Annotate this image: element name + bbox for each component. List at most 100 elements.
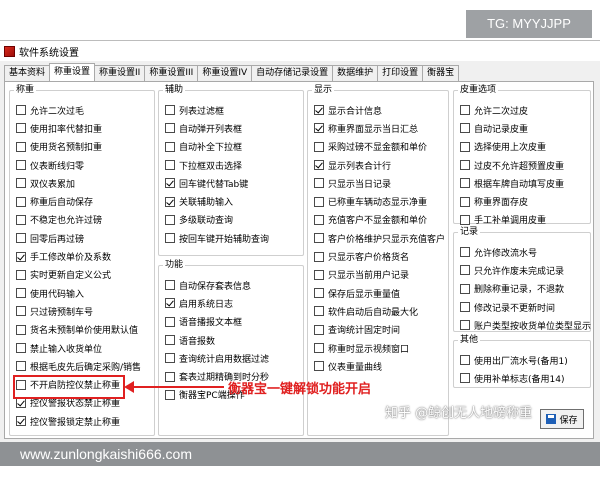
checkbox-item[interactable]: 根据车牌自动填写皮重 xyxy=(460,174,586,192)
checkbox-item[interactable]: 只过磅预制车号 xyxy=(16,302,150,320)
checkbox[interactable] xyxy=(16,105,26,116)
checkbox-item[interactable]: 关联辅助输入 xyxy=(165,192,299,210)
checkbox[interactable] xyxy=(16,288,26,299)
checkbox-item[interactable]: 称重界面显示当日汇总 xyxy=(314,119,444,137)
checkbox[interactable] xyxy=(314,196,324,207)
tab-hengqibao[interactable]: 衡器宝 xyxy=(422,65,460,81)
checkbox[interactable] xyxy=(460,283,470,294)
tab-data-maintenance[interactable]: 数据维护 xyxy=(332,65,379,81)
checkbox[interactable] xyxy=(165,160,175,171)
checkbox[interactable] xyxy=(314,306,324,317)
checkbox-item[interactable]: 只显示当日记录 xyxy=(314,174,444,192)
checkbox[interactable] xyxy=(16,416,26,427)
checkbox-item[interactable]: 修改记录不更新时间 xyxy=(460,298,586,316)
checkbox[interactable] xyxy=(460,214,470,225)
save-button[interactable]: 保存 xyxy=(540,409,584,429)
checkbox-item[interactable]: 查询统计固定时间 xyxy=(314,321,444,339)
checkbox[interactable] xyxy=(314,233,324,244)
checkbox[interactable] xyxy=(16,324,26,335)
checkbox[interactable] xyxy=(165,196,175,207)
checkbox-item[interactable]: 选择使用上次皮重 xyxy=(460,138,586,156)
checkbox-item[interactable]: 只显示当前用户记录 xyxy=(314,266,444,284)
checkbox-item[interactable]: 使用扣率代替扣重 xyxy=(16,119,150,137)
checkbox[interactable] xyxy=(165,141,175,152)
checkbox-item[interactable]: 显示列表合计行 xyxy=(314,156,444,174)
checkbox[interactable] xyxy=(165,178,175,189)
checkbox-item[interactable]: 自动保存套表信息 xyxy=(165,276,299,294)
checkbox[interactable] xyxy=(460,302,470,313)
checkbox[interactable] xyxy=(16,251,26,262)
checkbox-item[interactable]: 下拉框双击选择 xyxy=(165,156,299,174)
checkbox-item[interactable]: 列表过滤框 xyxy=(165,101,299,119)
checkbox-item[interactable]: 允许二次过毛 xyxy=(16,101,150,119)
checkbox-item[interactable]: 查询统计启用数据过滤 xyxy=(165,349,299,367)
checkbox-item[interactable]: 多级联动查询 xyxy=(165,211,299,229)
checkbox-item[interactable]: 称重后自动保存 xyxy=(16,192,150,210)
checkbox-item[interactable]: 使用补单标志(备用14) xyxy=(460,369,586,387)
checkbox[interactable] xyxy=(314,251,324,262)
checkbox[interactable] xyxy=(314,361,324,372)
tab-auto-save-records[interactable]: 自动存储记录设置 xyxy=(251,65,334,81)
checkbox[interactable] xyxy=(16,196,26,207)
checkbox[interactable] xyxy=(165,371,175,382)
checkbox-item[interactable]: 称重界面存皮 xyxy=(460,192,586,210)
checkbox[interactable] xyxy=(460,105,470,116)
checkbox-item[interactable]: 禁止输入收货单位 xyxy=(16,339,150,357)
checkbox[interactable] xyxy=(165,389,175,400)
checkbox[interactable] xyxy=(16,269,26,280)
checkbox-item[interactable]: 只显示客户价格货名 xyxy=(314,247,444,265)
checkbox[interactable] xyxy=(460,265,470,276)
checkbox[interactable] xyxy=(314,343,324,353)
checkbox-item[interactable]: 软件启动后自动最大化 xyxy=(314,302,444,320)
checkbox-item[interactable]: 语音报数 xyxy=(165,331,299,349)
checkbox[interactable] xyxy=(460,373,470,384)
checkbox[interactable] xyxy=(16,361,26,372)
checkbox[interactable] xyxy=(314,214,324,225)
checkbox-item[interactable]: 允许修改流水号 xyxy=(460,243,586,261)
checkbox[interactable] xyxy=(314,160,324,171)
checkbox-item[interactable]: 删除称重记录，不退款 xyxy=(460,280,586,298)
checkbox[interactable] xyxy=(314,324,324,335)
checkbox-item[interactable]: 仪表断线归零 xyxy=(16,156,150,174)
checkbox[interactable] xyxy=(165,316,175,327)
checkbox-item[interactable]: 回车键代替Tab键 xyxy=(165,174,299,192)
checkbox-item[interactable]: 使用货名预制扣重 xyxy=(16,138,150,156)
checkbox[interactable] xyxy=(16,306,26,317)
checkbox[interactable] xyxy=(460,178,470,189)
checkbox-item[interactable]: 称重时显示视频窗口 xyxy=(314,339,444,357)
checkbox-item[interactable]: 使用出厂流水号(备用1) xyxy=(460,351,586,369)
checkbox-item[interactable]: 仪表重量曲线 xyxy=(314,357,444,375)
checkbox-item[interactable]: 客户价格维护只显示充值客户 xyxy=(314,229,445,247)
checkbox[interactable] xyxy=(165,123,175,134)
checkbox-item[interactable]: 允许二次过皮 xyxy=(460,101,586,119)
checkbox-item[interactable]: 保存后显示重量值 xyxy=(314,284,444,302)
checkbox[interactable] xyxy=(16,233,26,244)
checkbox-item[interactable]: 账户类型按收货单位类型显示 xyxy=(460,316,591,334)
checkbox[interactable] xyxy=(460,141,470,152)
checkbox-item[interactable]: 只允许作废未完成记录 xyxy=(460,261,586,279)
checkbox-item[interactable]: 实时更新自定义公式 xyxy=(16,266,150,284)
tab-print-settings[interactable]: 打印设置 xyxy=(377,65,424,81)
checkbox[interactable] xyxy=(460,355,470,366)
checkbox[interactable] xyxy=(314,105,324,116)
checkbox-item[interactable]: 启用系统日志 xyxy=(165,294,299,312)
checkbox[interactable] xyxy=(16,160,26,171)
tab-weighing-settings[interactable]: 称重设置 xyxy=(49,63,96,81)
checkbox[interactable] xyxy=(16,141,26,152)
checkbox[interactable] xyxy=(165,335,175,346)
checkbox-item[interactable]: 自动补全下拉框 xyxy=(165,138,299,156)
checkbox[interactable] xyxy=(16,123,26,134)
tab-weighing-settings-3[interactable]: 称重设置III xyxy=(144,65,199,81)
checkbox[interactable] xyxy=(16,397,26,408)
checkbox-item[interactable]: 手工修改单价及系数 xyxy=(16,247,150,265)
checkbox[interactable] xyxy=(314,269,324,280)
checkbox[interactable] xyxy=(165,214,175,225)
checkbox[interactable] xyxy=(314,178,324,189)
checkbox[interactable] xyxy=(165,353,175,364)
checkbox-item[interactable]: 回零后再过磅 xyxy=(16,229,150,247)
checkbox[interactable] xyxy=(16,343,26,353)
tab-weighing-settings-4[interactable]: 称重设置IV xyxy=(197,65,253,81)
checkbox-item[interactable]: 自动弹开列表框 xyxy=(165,119,299,137)
checkbox-item[interactable]: 双仪表累加 xyxy=(16,174,150,192)
tab-basic-info[interactable]: 基本资料 xyxy=(4,65,51,81)
